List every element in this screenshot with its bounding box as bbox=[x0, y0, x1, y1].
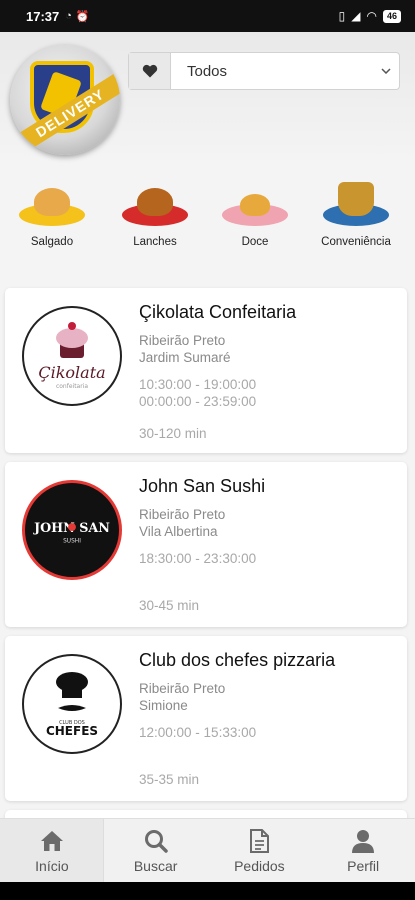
category-list: Salgado Lanches Doce Conveniência bbox=[0, 178, 415, 258]
restaurant-logo: JOHN SAN SUSHI bbox=[22, 480, 122, 580]
restaurant-district: Simione bbox=[139, 698, 188, 713]
restaurant-card[interactable]: Çikolata confeitaria Çikolata Confeitari… bbox=[5, 288, 407, 453]
restaurant-district: Jardim Sumaré bbox=[139, 350, 231, 365]
category-label: Lanches bbox=[133, 236, 177, 248]
heart-icon[interactable] bbox=[129, 53, 171, 89]
restaurant-logo: CLUB DOS CHEFES bbox=[22, 654, 122, 754]
category-lanches[interactable]: Lanches bbox=[110, 178, 200, 248]
logo-wordmark: CHEFES bbox=[46, 724, 98, 738]
battery-icon: 46 bbox=[382, 9, 401, 23]
restaurant-district: Vila Albertina bbox=[139, 524, 218, 539]
search-icon bbox=[144, 829, 168, 853]
tab-buscar[interactable]: Buscar bbox=[104, 819, 208, 882]
logo-tagline: confeitaria bbox=[56, 383, 88, 390]
filter-select[interactable]: Todos bbox=[171, 53, 373, 89]
restaurant-city: Ribeirão Preto bbox=[139, 507, 226, 522]
category-label: Conveniência bbox=[321, 236, 391, 248]
document-icon bbox=[250, 828, 270, 853]
restaurant-name: Club dos chefes pizzaria bbox=[139, 650, 336, 670]
brand-logo: DELIVERY bbox=[10, 45, 120, 155]
tab-pedidos[interactable]: Pedidos bbox=[208, 819, 312, 882]
pudding-icon bbox=[222, 178, 288, 228]
delivery-time: 35-35 min bbox=[139, 772, 200, 787]
tab-label: Perfil bbox=[347, 857, 380, 874]
restaurant-hours: 18:30:00 - 23:30:00 bbox=[139, 551, 257, 566]
category-label: Salgado bbox=[30, 236, 74, 248]
system-nav-bar bbox=[0, 882, 415, 900]
tab-label: Pedidos bbox=[234, 857, 285, 874]
restaurant-name: Çikolata Confeitaria bbox=[139, 302, 297, 322]
logo-wordmark: Çikolata bbox=[38, 363, 105, 382]
status-bar: 17:37 ◔ ⏰ ▯ ◢ ◠ 46 bbox=[0, 0, 415, 32]
home-icon bbox=[40, 830, 63, 851]
sync-icon: ◔ bbox=[65, 9, 72, 22]
salgado-icon bbox=[19, 178, 85, 228]
chevron-down-icon[interactable] bbox=[373, 53, 399, 89]
tab-inicio[interactable]: Início bbox=[0, 819, 104, 882]
restaurant-city: Ribeirão Preto bbox=[139, 681, 226, 696]
favorites-filter[interactable]: Todos bbox=[128, 52, 400, 90]
restaurant-city: Ribeirão Preto bbox=[139, 333, 226, 348]
tab-label: Início bbox=[35, 857, 69, 874]
restaurant-card[interactable]: JOHN SAN SUSHI John San Sushi Ribeirão P… bbox=[5, 462, 407, 627]
basket-icon bbox=[323, 178, 389, 228]
bottom-tab-bar: Início Buscar Pedidos Perfil bbox=[0, 818, 415, 882]
tab-label: Buscar bbox=[133, 857, 178, 874]
restaurant-hours: 10:30:00 - 19:00:00 bbox=[139, 377, 257, 392]
restaurant-logo: Çikolata confeitaria bbox=[22, 306, 122, 406]
notification-icons: ◔ ⏰ bbox=[65, 10, 89, 23]
category-doce[interactable]: Doce bbox=[210, 178, 300, 248]
logo-tagline: SUSHI bbox=[63, 539, 81, 545]
delivery-time: 30-45 min bbox=[139, 598, 200, 613]
delivery-time: 30-120 min bbox=[139, 426, 207, 441]
category-conveniencia[interactable]: Conveniência bbox=[311, 178, 401, 248]
tab-perfil[interactable]: Perfil bbox=[311, 819, 415, 882]
category-label: Doce bbox=[241, 236, 269, 248]
restaurant-hours: 00:00:00 - 23:59:00 bbox=[139, 394, 257, 409]
burger-icon bbox=[122, 178, 188, 228]
category-salgado[interactable]: Salgado bbox=[7, 178, 97, 248]
status-time: 17:37 bbox=[26, 8, 60, 24]
alarm-icon: ⏰ bbox=[75, 10, 90, 23]
user-icon bbox=[352, 829, 375, 853]
signal-icon: ◢ bbox=[351, 9, 361, 23]
restaurant-name: John San Sushi bbox=[139, 476, 266, 496]
wifi-icon: ◠ bbox=[366, 9, 377, 23]
vibrate-icon: ▯ bbox=[338, 9, 346, 23]
restaurant-card[interactable]: CLUB DOS CHEFES Club dos chefes pizzaria… bbox=[5, 636, 407, 801]
restaurant-hours: 12:00:00 - 15:33:00 bbox=[139, 725, 257, 740]
